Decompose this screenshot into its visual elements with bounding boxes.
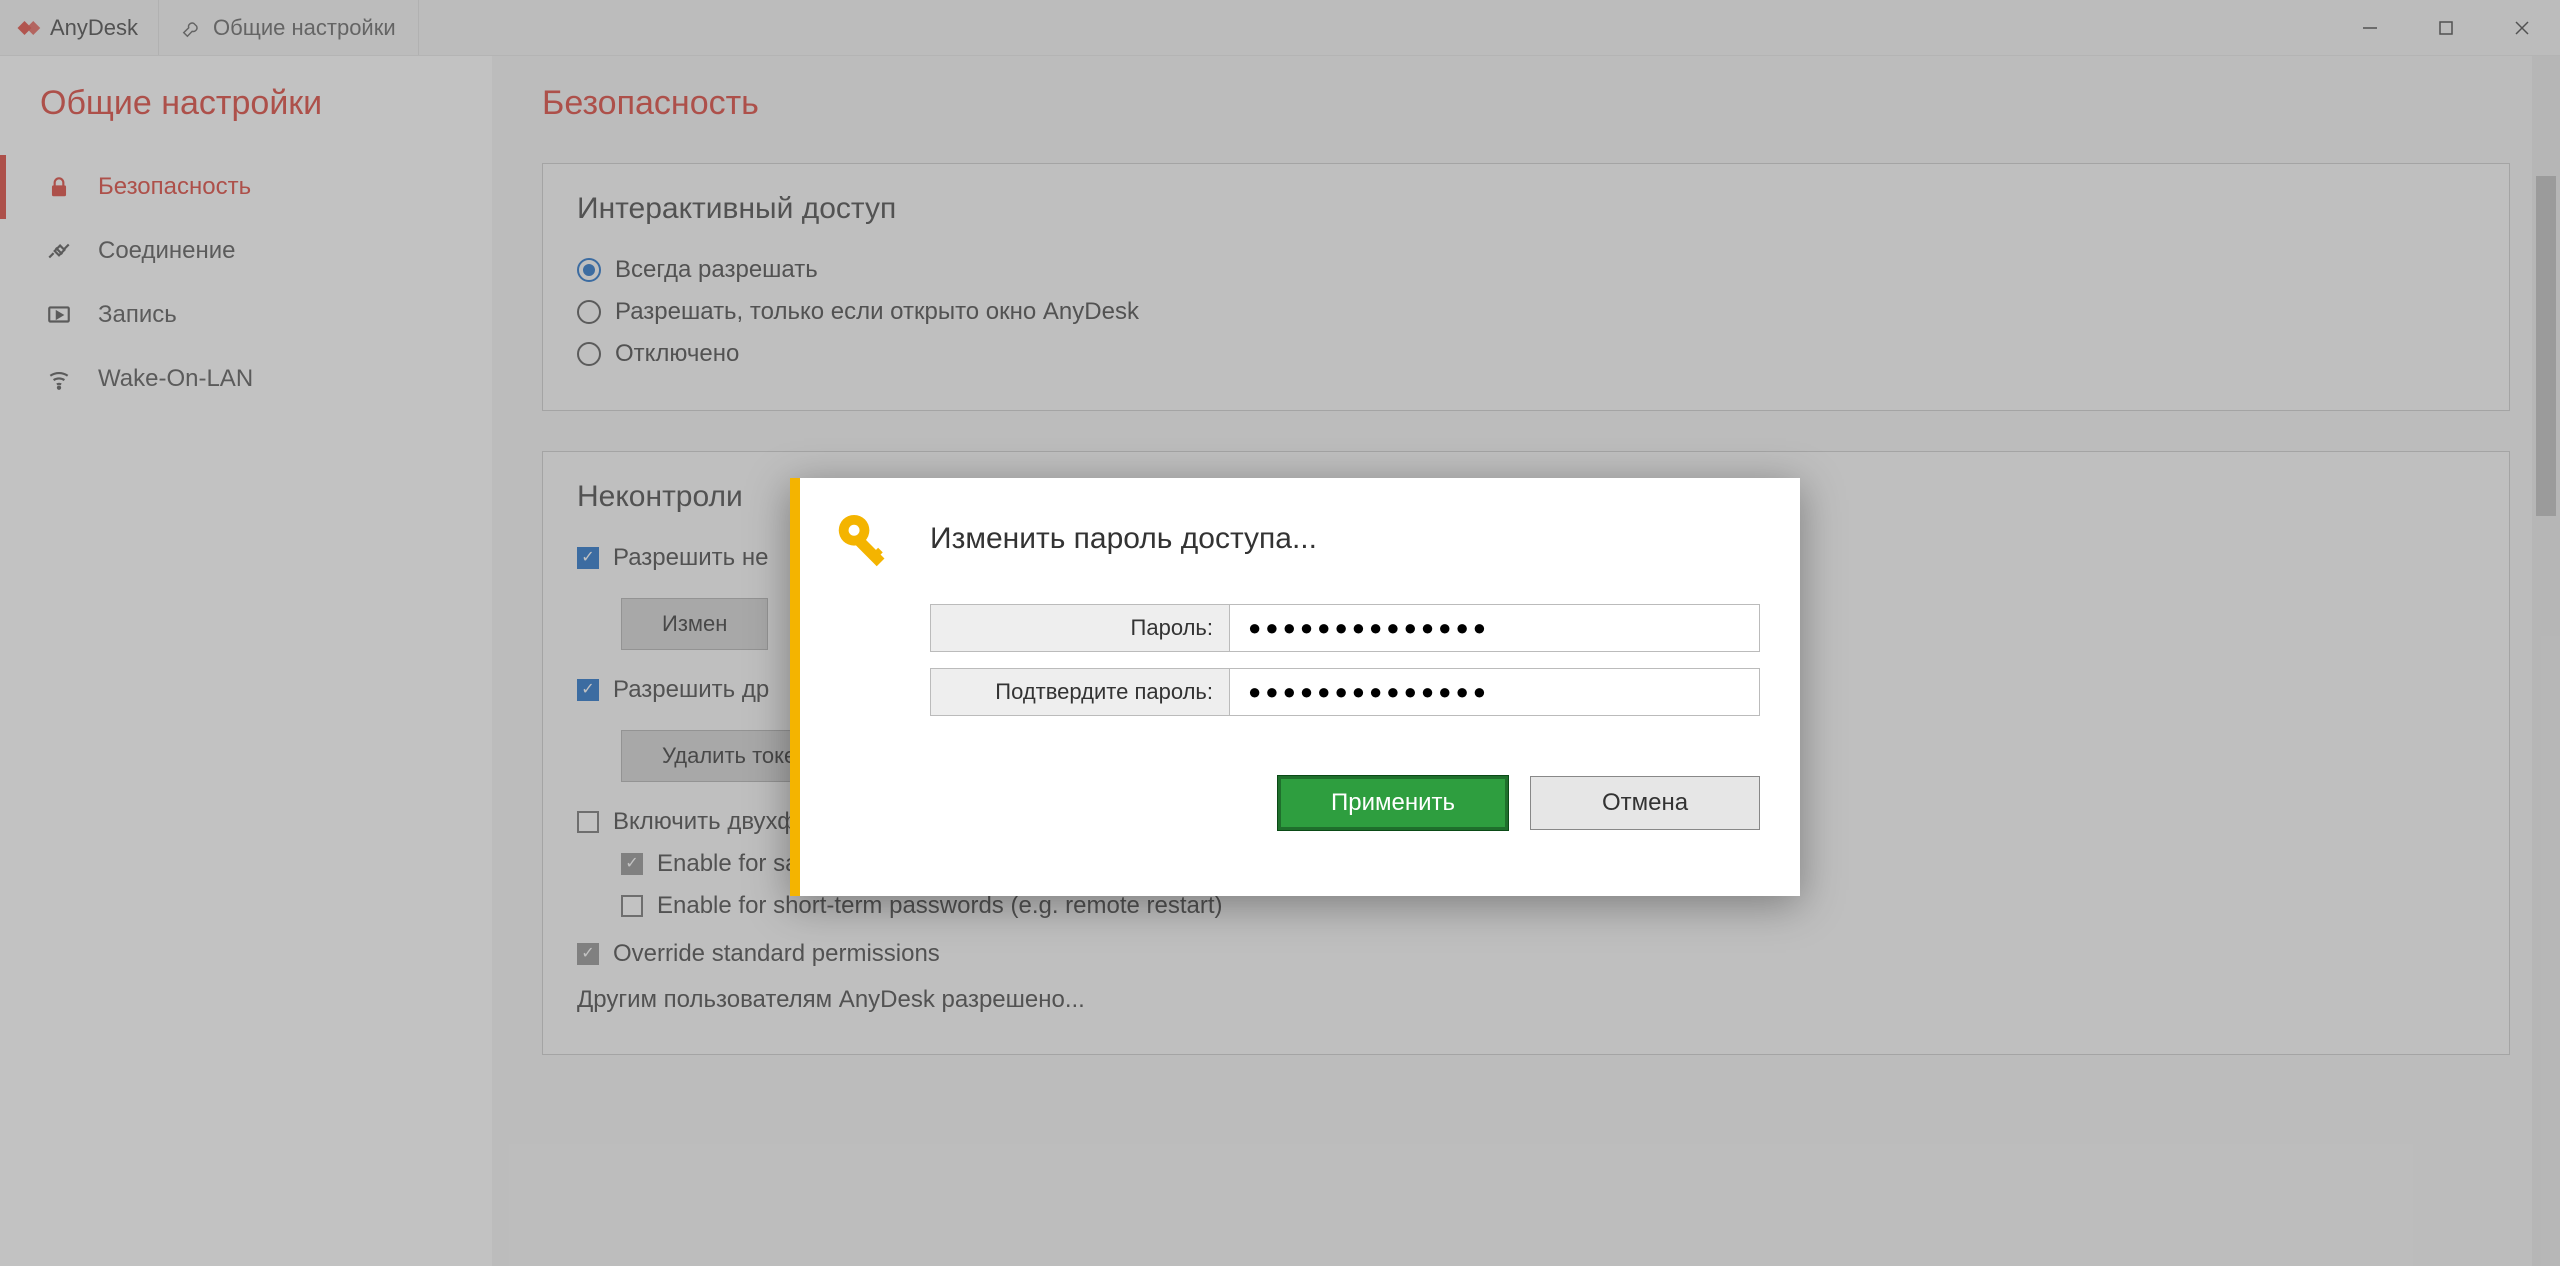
- cancel-button[interactable]: Отмена: [1530, 776, 1760, 830]
- confirm-label: Подтвердите пароль:: [930, 668, 1230, 716]
- dialog-title: Изменить пароль доступа...: [930, 522, 1317, 556]
- confirm-field-row: Подтвердите пароль: ●●●●●●●●●●●●●●: [930, 668, 1760, 716]
- change-password-dialog: Изменить пароль доступа... Пароль: ●●●●●…: [790, 478, 1800, 896]
- key-icon: [830, 504, 900, 574]
- apply-button[interactable]: Применить: [1278, 776, 1508, 830]
- password-field-row: Пароль: ●●●●●●●●●●●●●●: [930, 604, 1760, 652]
- password-label: Пароль:: [930, 604, 1230, 652]
- password-input[interactable]: ●●●●●●●●●●●●●●: [1230, 604, 1760, 652]
- confirm-input[interactable]: ●●●●●●●●●●●●●●: [1230, 668, 1760, 716]
